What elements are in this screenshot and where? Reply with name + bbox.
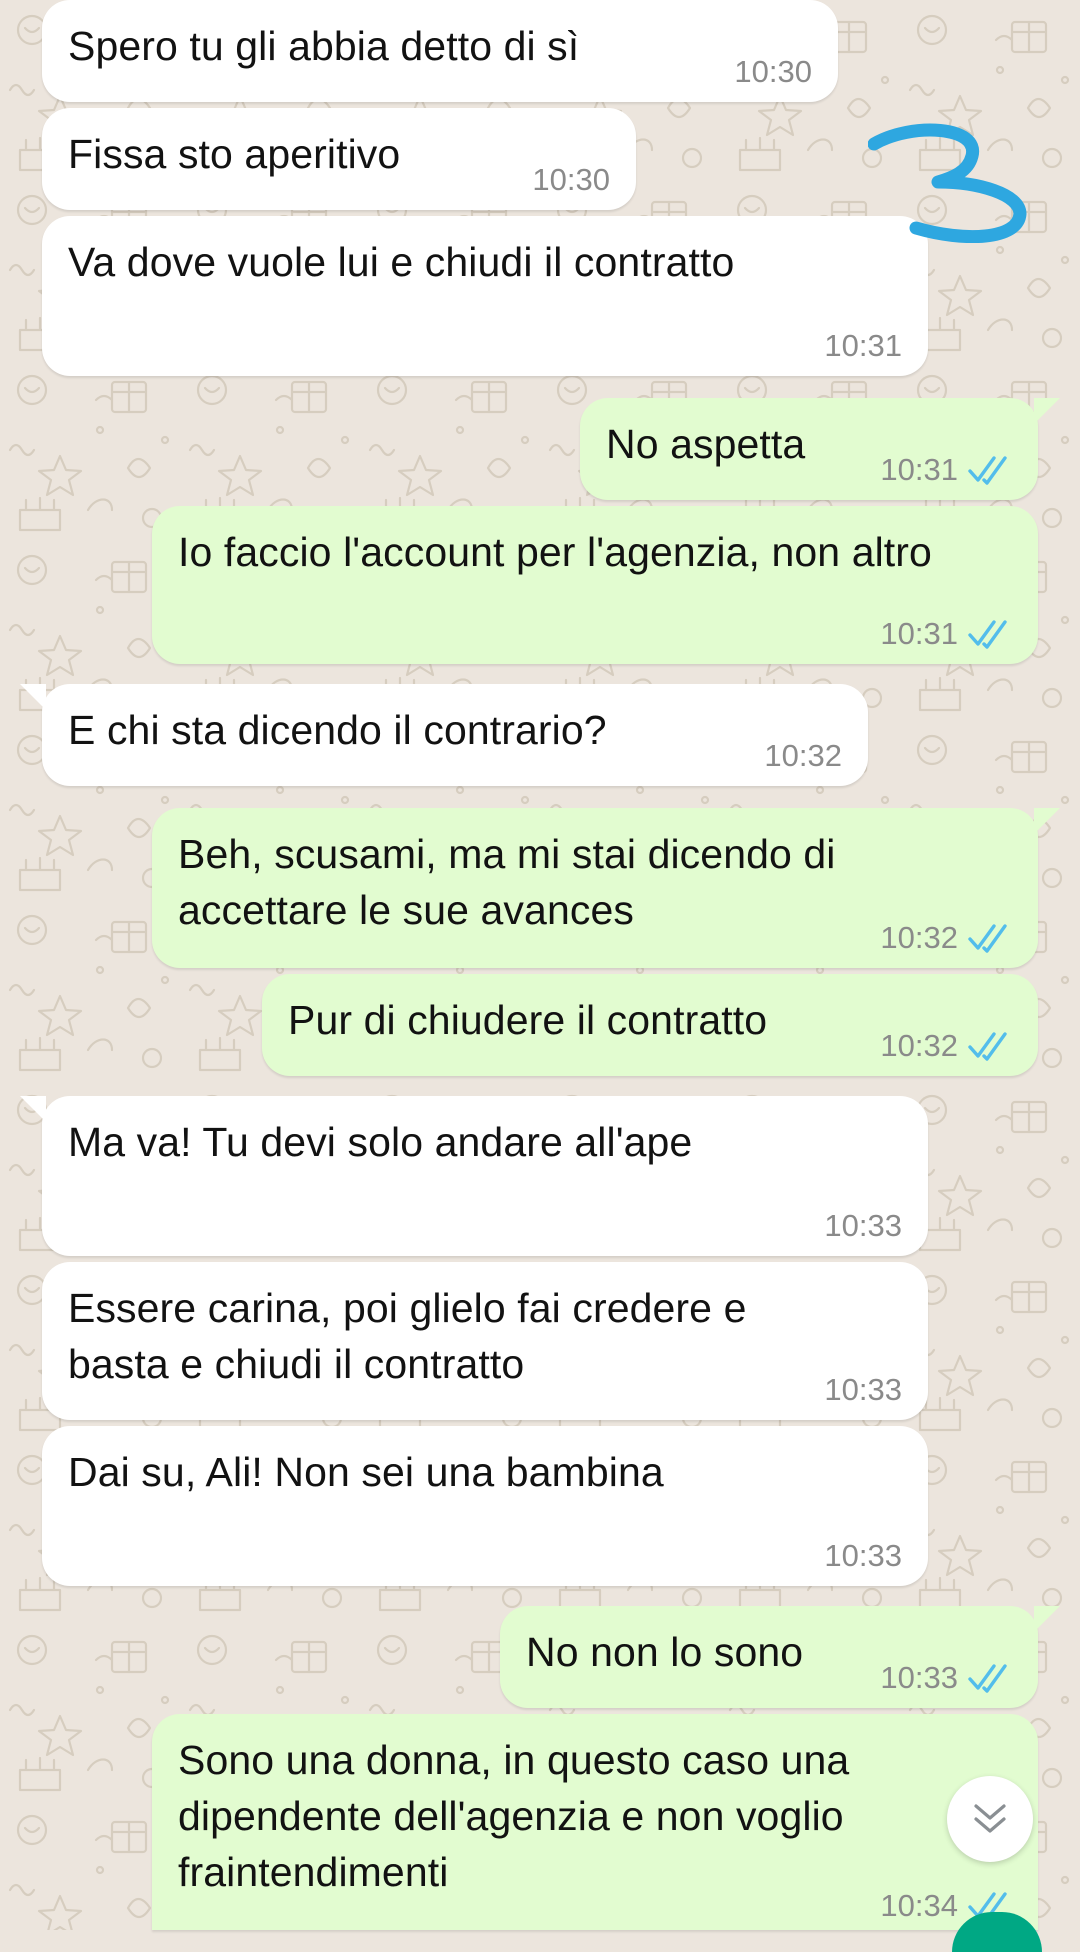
message-time: 10:33 (880, 1660, 958, 1695)
message-bubble-incoming[interactable]: Essere carina, poi glielo fai credere e … (42, 1262, 928, 1420)
message-bubble-incoming[interactable]: E chi sta dicendo il contrario? 10:32 (20, 684, 868, 786)
message-bubble-outgoing[interactable]: Pur di chiudere il contratto 10:32 (262, 974, 1038, 1076)
read-receipt-icon (968, 456, 1007, 485)
message-time: 10:33 (824, 1208, 902, 1243)
message-bubble-outgoing[interactable]: No aspetta 10:31 (580, 398, 1060, 500)
message-bubble-outgoing[interactable]: Beh, scusami, ma mi stai dicendo di acce… (152, 808, 1060, 968)
read-receipt-icon (968, 620, 1007, 649)
message-text: Sono una donna, in questo caso una dipen… (178, 1737, 861, 1895)
message-text: Io faccio l'account per l'agenzia, non a… (178, 529, 932, 575)
message-time: 10:32 (880, 920, 958, 955)
message-time: 10:33 (824, 1538, 902, 1573)
message-bubble-outgoing[interactable]: Sono una donna, in questo caso una dipen… (152, 1714, 1038, 1930)
message-bubble-outgoing[interactable]: No non lo sono 10:33 (500, 1606, 1060, 1708)
message-meta: 10:31 (824, 328, 902, 364)
read-receipt-icon (968, 1664, 1007, 1693)
message-bubble-incoming[interactable]: Va dove vuole lui e chiudi il contratto … (42, 216, 928, 376)
message-meta: 10:32 (880, 1028, 1012, 1064)
message-meta: 10:33 (824, 1538, 902, 1574)
message-text: Essere carina, poi glielo fai credere e … (68, 1285, 758, 1387)
message-text: Va dove vuole lui e chiudi il contratto (68, 239, 735, 285)
message-meta: 10:32 (764, 738, 842, 774)
message-meta: 10:30 (532, 162, 610, 198)
message-bubble-incoming[interactable]: Ma va! Tu devi solo andare all'ape 10:33 (20, 1096, 928, 1256)
message-meta: 10:31 (880, 452, 1012, 488)
message-meta: 10:33 (880, 1660, 1012, 1696)
message-text: Spero tu gli abbia detto di sì (68, 23, 580, 69)
message-meta: 10:32 (880, 920, 1012, 956)
message-meta: 10:33 (824, 1208, 902, 1244)
message-time: 10:31 (824, 328, 902, 363)
message-time: 10:34 (880, 1888, 958, 1923)
message-time: 10:32 (764, 738, 842, 773)
message-bubble-outgoing[interactable]: Io faccio l'account per l'agenzia, non a… (152, 506, 1038, 664)
message-text: Fissa sto aperitivo (68, 131, 401, 177)
message-time: 10:33 (824, 1372, 902, 1407)
double-chevron-down-icon (974, 1804, 1006, 1833)
read-receipt-icon (968, 924, 1007, 953)
message-meta: 10:30 (734, 54, 812, 90)
message-text: Ma va! Tu devi solo andare all'ape (68, 1119, 693, 1165)
chat-thread[interactable]: Spero tu gli abbia detto di sì 10:30 Fis… (0, 0, 1080, 1930)
message-time: 10:31 (880, 452, 958, 487)
handwritten-3-mark (868, 123, 1027, 243)
message-time: 10:32 (880, 1028, 958, 1063)
message-text: Dai su, Ali! Non sei una bambina (68, 1449, 664, 1495)
message-meta: 10:31 (880, 616, 1012, 652)
message-bubble-incoming[interactable]: Dai su, Ali! Non sei una bambina 10:33 (42, 1426, 928, 1586)
message-time: 10:30 (734, 54, 812, 89)
scroll-to-bottom-button[interactable] (947, 1776, 1033, 1862)
message-time: 10:31 (880, 616, 958, 651)
message-time: 10:30 (532, 162, 610, 197)
message-text: Beh, scusami, ma mi stai dicendo di acce… (178, 831, 847, 933)
message-bubble-incoming[interactable]: Spero tu gli abbia detto di sì 10:30 (42, 0, 838, 102)
read-receipt-icon (968, 1032, 1007, 1061)
message-meta: 10:33 (824, 1372, 902, 1408)
message-bubble-incoming[interactable]: Fissa sto aperitivo 10:30 (42, 108, 636, 210)
message-text: E chi sta dicendo il contrario? (68, 707, 607, 753)
